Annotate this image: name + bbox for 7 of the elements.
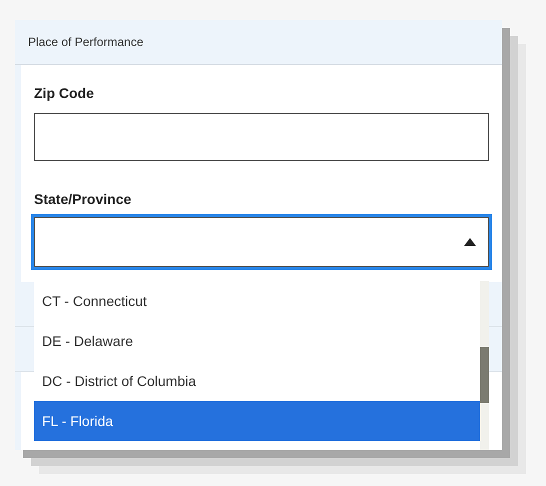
- state-select[interactable]: [34, 217, 489, 267]
- field-label: Zip Code: [34, 85, 95, 101]
- dropdown-option[interactable]: FL - Florida: [34, 401, 480, 441]
- zip-code-field[interactable]: [34, 113, 489, 161]
- field-label: State/Province: [34, 191, 132, 207]
- caret-icon: [464, 238, 476, 246]
- scrollbar[interactable]: [480, 281, 489, 450]
